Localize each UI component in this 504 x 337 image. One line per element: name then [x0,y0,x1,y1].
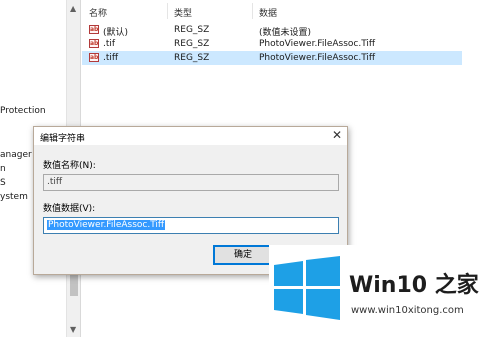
list-item[interactable]: ab .tif REG_SZ PhotoViewer.FileAssoc.Tif… [82,37,462,51]
watermark-url: www.win10xitong.com [351,305,464,316]
value-data-input[interactable]: PhotoViewer.FileAssoc.Tiff [43,217,339,234]
windows-logo-icon [274,256,340,320]
value-data: PhotoViewer.FileAssoc.Tiff [259,39,376,49]
string-value-icon: ab [89,53,99,62]
value-data: PhotoViewer.FileAssoc.Tiff [259,53,376,63]
column-header-data[interactable]: 数据 [259,6,277,19]
scroll-down-icon[interactable]: ▼ [70,325,76,334]
scroll-up-icon[interactable]: ▲ [70,4,76,13]
value-name-label: 数值名称(N): [43,161,96,171]
dialog-titlebar[interactable]: 编辑字符串 ✕ [34,127,347,145]
column-divider [252,3,253,19]
string-value-icon: ab [89,39,99,48]
tree-item-n[interactable]: n [0,164,6,174]
value-type: REG_SZ [174,39,210,49]
column-header-type[interactable]: 类型 [174,6,192,19]
value-type: REG_SZ [174,53,210,63]
value-name-field: .tiff [43,174,339,191]
close-icon[interactable]: ✕ [332,128,342,142]
value-name: .tif [103,39,116,49]
value-name: .tiff [103,53,119,63]
column-header-name[interactable]: 名称 [89,6,107,19]
value-data-label: 数值数据(V): [43,204,96,214]
selected-text: PhotoViewer.FileAssoc.Tiff [47,220,166,230]
list-item[interactable]: ab (默认) REG_SZ (数值未设置) [82,23,462,38]
tree-item-system[interactable]: ystem [0,192,28,202]
tree-item-s[interactable]: S [0,178,6,188]
dialog-title: 编辑字符串 [40,134,86,144]
string-value-icon: ab [89,25,99,34]
ok-button[interactable]: 确定 [213,245,273,265]
watermark-title: Win10 之家 [349,273,479,298]
tree-item-manager[interactable]: anager [0,150,32,160]
list-item-selected[interactable]: ab .tiff REG_SZ PhotoViewer.FileAssoc.Ti… [82,51,462,65]
tree-item-protection[interactable]: Protection [0,106,46,116]
value-type: REG_SZ [174,25,210,35]
column-divider [167,3,168,19]
